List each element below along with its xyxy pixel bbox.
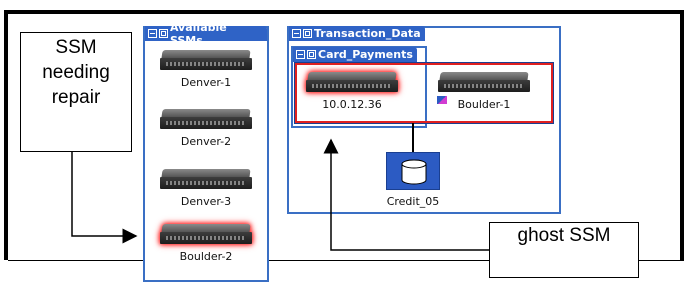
ghost-arrow [323,138,489,251]
repair-arrow [71,152,138,244]
annotation-arrows [71,138,489,251]
